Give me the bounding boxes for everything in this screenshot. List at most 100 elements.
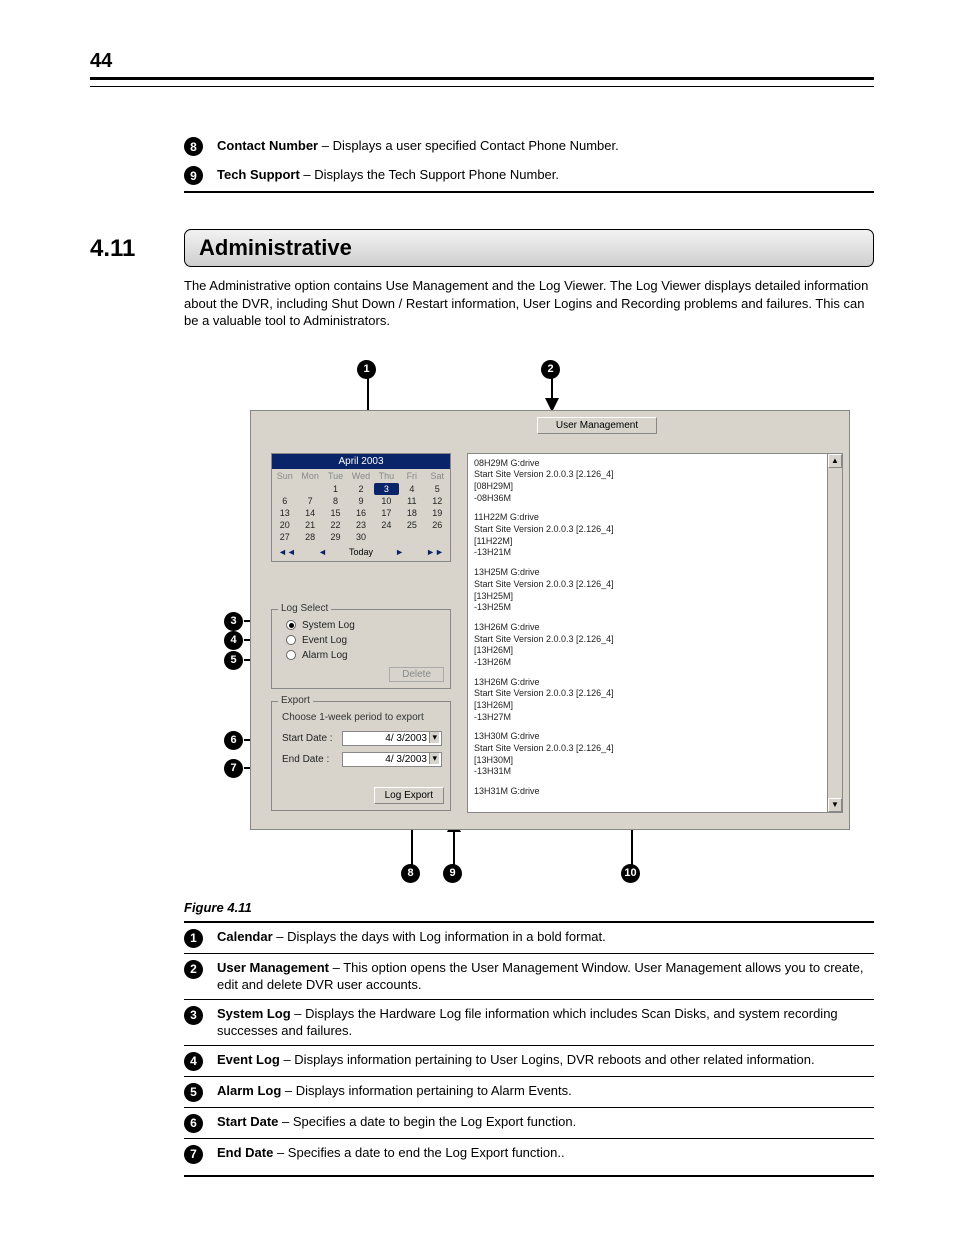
end-date-field[interactable]: 4/ 3/2003 bbox=[342, 752, 442, 767]
scrollbar-vertical[interactable]: ▲ ▼ bbox=[827, 453, 843, 813]
legend-rule-bottom bbox=[184, 1175, 874, 1177]
legend-text: User Management – This option opens the … bbox=[217, 959, 874, 994]
top-item: 9Tech Support – Displays the Tech Suppor… bbox=[184, 166, 874, 185]
legend-text: Event Log – Displays information pertain… bbox=[217, 1051, 874, 1069]
calendar-day[interactable]: 1 bbox=[323, 483, 348, 495]
start-date-label: Start Date : bbox=[282, 733, 342, 744]
scroll-down-icon[interactable]: ▼ bbox=[828, 798, 842, 812]
calendar-day[interactable]: 28 bbox=[297, 531, 322, 543]
num-badge: 1 bbox=[184, 929, 203, 948]
calendar-day[interactable]: 17 bbox=[374, 507, 399, 519]
rule-top-thick bbox=[90, 77, 874, 80]
legend-text: System Log – Displays the Hardware Log f… bbox=[217, 1005, 874, 1040]
cal-today-button[interactable]: Today bbox=[349, 547, 373, 557]
legend-row: 1 Calendar – Displays the days with Log i… bbox=[184, 923, 874, 954]
calendar-day[interactable]: 27 bbox=[272, 531, 297, 543]
user-management-button[interactable]: User Management bbox=[537, 417, 657, 434]
calendar-day[interactable]: 22 bbox=[323, 519, 348, 531]
callout-badge-4: 4 bbox=[224, 631, 243, 650]
top-item: 8Contact Number – Displays a user specif… bbox=[184, 137, 874, 156]
calendar-day[interactable]: 21 bbox=[297, 519, 322, 531]
callout-badge-10: 10 bbox=[621, 864, 640, 883]
log-export-button[interactable]: Log Export bbox=[374, 787, 444, 804]
export-legend: Export bbox=[278, 695, 313, 706]
callout-badge-3: 3 bbox=[224, 612, 243, 631]
legend-text: Calendar – Displays the days with Log in… bbox=[217, 928, 874, 946]
calendar-day[interactable]: 14 bbox=[297, 507, 322, 519]
legend-row: 4Event Log – Displays information pertai… bbox=[184, 1046, 874, 1077]
calendar-day bbox=[425, 531, 450, 543]
callout-badge-1: 1 bbox=[357, 360, 376, 379]
admin-dialog: User Management April 2003 SunMonTueWedT… bbox=[250, 410, 850, 830]
calendar-day[interactable]: 3 bbox=[374, 483, 399, 495]
calendar[interactable]: April 2003 SunMonTueWedThuFriSat12345678… bbox=[271, 453, 451, 562]
calendar-nav[interactable]: ◄◄ ◄ Today ► ►► bbox=[272, 543, 450, 561]
radio-system-log-label: System Log bbox=[302, 620, 355, 631]
calendar-dow: Mon bbox=[297, 469, 322, 483]
calendar-day[interactable]: 8 bbox=[323, 495, 348, 507]
calendar-day[interactable]: 4 bbox=[399, 483, 424, 495]
num-badge: 2 bbox=[184, 960, 203, 979]
num-badge: 5 bbox=[184, 1083, 203, 1102]
scroll-up-icon[interactable]: ▲ bbox=[828, 454, 842, 468]
calendar-day[interactable]: 29 bbox=[323, 531, 348, 543]
section-number: 4.11 bbox=[90, 229, 184, 267]
calendar-day[interactable]: 18 bbox=[399, 507, 424, 519]
cal-prev-year-icon[interactable]: ◄◄ bbox=[278, 547, 296, 557]
cal-next-year-icon[interactable]: ►► bbox=[426, 547, 444, 557]
figure-wrapper: 1 2 3 4 5 6 7 8 9 10 User Management Apr… bbox=[150, 360, 874, 890]
export-group: Export Choose 1-week period to export St… bbox=[271, 701, 451, 811]
calendar-day[interactable]: 2 bbox=[348, 483, 373, 495]
legend-text: Start Date – Specifies a date to begin t… bbox=[217, 1113, 874, 1131]
log-entry[interactable]: 08H29M G:driveStart Site Version 2.0.0.3… bbox=[474, 458, 833, 505]
radio-system-log[interactable]: System Log bbox=[286, 620, 442, 631]
calendar-day[interactable]: 25 bbox=[399, 519, 424, 531]
legend-row: 5Alarm Log – Displays information pertai… bbox=[184, 1077, 874, 1108]
calendar-day[interactable]: 20 bbox=[272, 519, 297, 531]
calendar-day[interactable]: 9 bbox=[348, 495, 373, 507]
delete-button[interactable]: Delete bbox=[389, 667, 444, 682]
calendar-day[interactable]: 13 bbox=[272, 507, 297, 519]
top-items: 8Contact Number – Displays a user specif… bbox=[90, 137, 874, 185]
calendar-day[interactable]: 6 bbox=[272, 495, 297, 507]
radio-alarm-log-label: Alarm Log bbox=[302, 650, 348, 661]
log-entry[interactable]: 11H22M G:driveStart Site Version 2.0.0.3… bbox=[474, 512, 833, 559]
callout-badge-5: 5 bbox=[224, 651, 243, 670]
start-date-field[interactable]: 4/ 3/2003 bbox=[342, 731, 442, 746]
log-select-group: Log Select System Log Event Log Alarm Lo… bbox=[271, 609, 451, 689]
calendar-day[interactable]: 7 bbox=[297, 495, 322, 507]
log-listing[interactable]: 08H29M G:driveStart Site Version 2.0.0.3… bbox=[467, 453, 837, 813]
calendar-grid[interactable]: SunMonTueWedThuFriSat1234567891011121314… bbox=[272, 469, 450, 543]
calendar-day[interactable]: 5 bbox=[425, 483, 450, 495]
cal-prev-month-icon[interactable]: ◄ bbox=[318, 547, 327, 557]
radio-event-log-label: Event Log bbox=[302, 635, 347, 646]
legend-text: End Date – Specifies a date to end the L… bbox=[217, 1144, 874, 1162]
cal-next-month-icon[interactable]: ► bbox=[395, 547, 404, 557]
log-entry[interactable]: 13H25M G:driveStart Site Version 2.0.0.3… bbox=[474, 567, 833, 614]
log-entry[interactable]: 13H26M G:driveStart Site Version 2.0.0.3… bbox=[474, 677, 833, 724]
calendar-day[interactable]: 11 bbox=[399, 495, 424, 507]
radio-event-log[interactable]: Event Log bbox=[286, 635, 442, 646]
calendar-day[interactable]: 10 bbox=[374, 495, 399, 507]
callout-badge-9: 9 bbox=[443, 864, 462, 883]
calendar-day bbox=[297, 483, 322, 495]
calendar-day[interactable]: 19 bbox=[425, 507, 450, 519]
log-entry[interactable]: 13H31M G:drive bbox=[474, 786, 833, 798]
calendar-day[interactable]: 30 bbox=[348, 531, 373, 543]
log-entry[interactable]: 13H26M G:driveStart Site Version 2.0.0.3… bbox=[474, 622, 833, 669]
log-entry[interactable]: 13H30M G:driveStart Site Version 2.0.0.3… bbox=[474, 731, 833, 778]
radio-dot-icon bbox=[286, 620, 296, 630]
radio-dot-icon bbox=[286, 635, 296, 645]
top-item-text: Tech Support – Displays the Tech Support… bbox=[217, 166, 559, 184]
calendar-day[interactable]: 15 bbox=[323, 507, 348, 519]
page-number: 44 bbox=[90, 50, 874, 73]
radio-alarm-log[interactable]: Alarm Log bbox=[286, 650, 442, 661]
calendar-day[interactable]: 26 bbox=[425, 519, 450, 531]
end-date-label: End Date : bbox=[282, 754, 342, 765]
calendar-day[interactable]: 12 bbox=[425, 495, 450, 507]
calendar-day[interactable]: 23 bbox=[348, 519, 373, 531]
log-select-legend: Log Select bbox=[278, 603, 331, 614]
calendar-day[interactable]: 24 bbox=[374, 519, 399, 531]
calendar-day[interactable]: 16 bbox=[348, 507, 373, 519]
calendar-title: April 2003 bbox=[272, 454, 450, 469]
